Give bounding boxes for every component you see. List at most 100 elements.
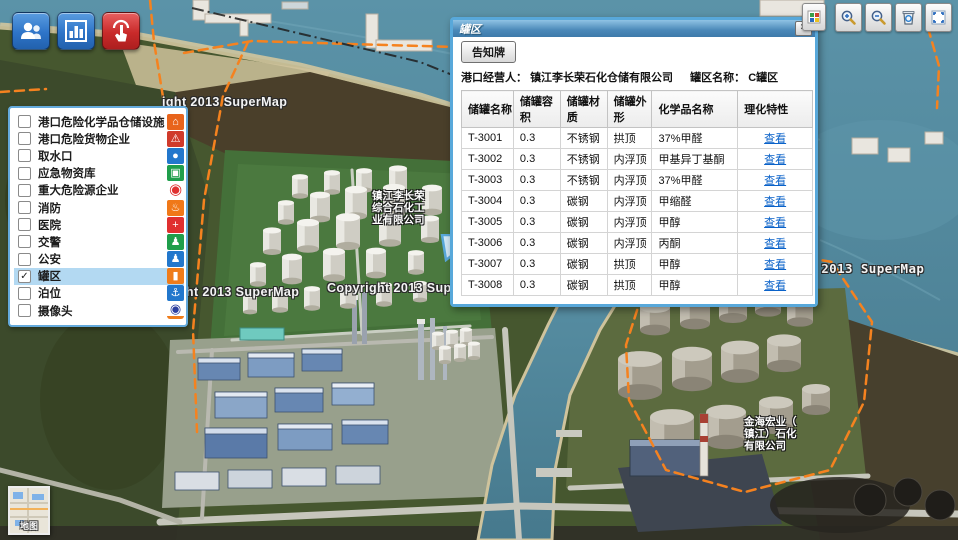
- view-link[interactable]: 查看: [764, 280, 786, 292]
- water-intake-icon: ●: [167, 148, 184, 164]
- table-row: T-3001 0.3 不锈钢 拱顶 37%甲醛 查看: [462, 128, 813, 149]
- layer-checkbox[interactable]: [18, 167, 31, 180]
- tank-name-cell: T-3004: [462, 191, 514, 212]
- layer-checkbox[interactable]: ✓: [18, 270, 31, 283]
- layer-item[interactable]: 港口危险货物企业 ⚠: [14, 130, 184, 147]
- view-link[interactable]: 查看: [764, 217, 786, 229]
- table-row: T-3004 0.3 碳钢 内浮顶 甲缩醛 查看: [462, 191, 813, 212]
- zoom-in-icon: [840, 9, 857, 26]
- tank-material-cell: 碳钢: [560, 254, 607, 275]
- layer-item-label: 公安: [38, 251, 61, 267]
- tank-table-header-cell: 储罐名称: [462, 91, 514, 128]
- tank-volume-cell: 0.3: [513, 149, 560, 170]
- layer-checkbox[interactable]: [18, 287, 31, 300]
- layer-item-label: 港口危险化学品仓储设施: [38, 114, 165, 130]
- tank-table: 储罐名称储罐容积储罐材质储罐外形化学品名称理化特性 T-3001 0.3 不锈钢…: [461, 90, 813, 296]
- tank-shape-cell: 内浮顶: [607, 212, 652, 233]
- layer-item-label: 交警: [38, 234, 61, 250]
- chemical-name-cell: 甲基异丁基酮: [652, 149, 738, 170]
- minimap-label: 地图: [10, 519, 48, 532]
- table-row: T-3006 0.3 碳钢 内浮顶 丙酮 查看: [462, 233, 813, 254]
- chemical-name-cell: 37%甲醛: [652, 170, 738, 191]
- layer-checkbox[interactable]: [18, 149, 31, 162]
- touch-mode-button[interactable]: [102, 12, 140, 50]
- tank-volume-cell: 0.3: [513, 128, 560, 149]
- chemical-name-cell: 丙酮: [652, 233, 738, 254]
- layer-item-label: 摄像头: [38, 303, 73, 319]
- layer-checkbox[interactable]: [18, 304, 31, 317]
- layer-item-label: 泊位: [38, 285, 61, 301]
- tank-shape-cell: 内浮顶: [607, 149, 652, 170]
- layer-checkbox[interactable]: [18, 235, 31, 248]
- emergency-supplies-icon: ▣: [167, 165, 184, 181]
- zoom-in-button[interactable]: [835, 3, 862, 32]
- layer-checkbox[interactable]: [18, 132, 31, 145]
- tank-volume-cell: 0.3: [513, 191, 560, 212]
- tank-shape-cell: 内浮顶: [607, 233, 652, 254]
- tank-table-header-row: 储罐名称储罐容积储罐材质储罐外形化学品名称理化特性: [462, 91, 813, 128]
- app-window: ight 2013 SuperMap ight 2013 SuperMap Co…: [0, 0, 958, 540]
- layer-item[interactable]: 公安 ♟: [14, 251, 184, 268]
- zoom-out-button[interactable]: [865, 3, 892, 32]
- tank-material-cell: 不锈钢: [560, 170, 607, 191]
- layer-checkbox[interactable]: [18, 115, 31, 128]
- tank-material-cell: 碳钢: [560, 212, 607, 233]
- full-extent-button[interactable]: [925, 3, 952, 32]
- layer-item-label: 应急物资库: [38, 165, 96, 181]
- minimap-switch-button[interactable]: 地图: [8, 486, 50, 535]
- tank-name-cell: T-3005: [462, 212, 514, 233]
- map-control-toolbar: [799, 3, 952, 32]
- layer-item[interactable]: 消防 ♨: [14, 199, 184, 216]
- layer-item[interactable]: 摄像头 ◉: [14, 302, 184, 319]
- tank-material-cell: 不锈钢: [560, 149, 607, 170]
- view-link[interactable]: 查看: [764, 154, 786, 166]
- tank-table-header-cell: 化学品名称: [652, 91, 738, 128]
- layer-checkbox[interactable]: [18, 184, 31, 197]
- operator-label: 港口经营人：: [461, 72, 527, 84]
- layer-checkbox[interactable]: [18, 218, 31, 231]
- main-toolbar: [12, 12, 140, 50]
- tank-shape-cell: 拱顶: [607, 128, 652, 149]
- legend-button[interactable]: [802, 3, 826, 31]
- clear-button[interactable]: [895, 3, 922, 32]
- layer-item[interactable]: 重大危险源企业 ◉: [14, 182, 184, 199]
- chem-warehouse-icon: ⌂: [167, 114, 184, 130]
- tank-material-cell: 碳钢: [560, 233, 607, 254]
- company-label: 金海宏业（镇江）石化有限公司: [744, 416, 797, 452]
- tank-material-cell: 碳钢: [560, 275, 607, 296]
- notice-board-button[interactable]: 告知牌: [461, 41, 516, 63]
- layer-checkbox[interactable]: [18, 201, 31, 214]
- layer-item[interactable]: 交警 ♟: [14, 233, 184, 250]
- police-icon: ♟: [167, 251, 184, 267]
- tank-shape-cell: 内浮顶: [607, 170, 652, 191]
- layer-item[interactable]: 港口危险化学品仓储设施 ⌂: [14, 113, 184, 130]
- layer-checkbox[interactable]: [18, 253, 31, 266]
- layer-panel: 港口危险化学品仓储设施 ⌂ 港口危险货物企业 ⚠ 取水口 ● 应急物资库 ▣: [8, 106, 188, 327]
- legend-icon: [807, 10, 821, 24]
- view-link[interactable]: 查看: [764, 175, 786, 187]
- layer-item[interactable]: ✓ 罐区 ▮: [14, 268, 184, 285]
- tank-table-header-cell: 理化特性: [738, 91, 813, 128]
- view-link[interactable]: 查看: [764, 238, 786, 250]
- layer-item[interactable]: 取水口 ●: [14, 147, 184, 164]
- view-link[interactable]: 查看: [764, 196, 786, 208]
- view-link[interactable]: 查看: [764, 133, 786, 145]
- users-icon: [18, 18, 44, 44]
- touch-icon: [108, 18, 134, 44]
- layer-item[interactable]: 应急物资库 ▣: [14, 165, 184, 182]
- view-link[interactable]: 查看: [764, 259, 786, 271]
- layer-item-label: 重大危险源企业: [38, 182, 119, 198]
- tank-table-header-cell: 储罐外形: [607, 91, 652, 128]
- dialog-titlebar[interactable]: 罐区 ×: [453, 20, 815, 37]
- tank-area-label: 罐区名称：: [690, 72, 745, 84]
- dialog-info-line: 港口经营人： 镇江李长荣石化仓储有限公司 罐区名称： C罐区: [461, 69, 807, 85]
- tank-table-header-cell: 储罐材质: [560, 91, 607, 128]
- layer-item[interactable]: 泊位 ⚓: [14, 285, 184, 302]
- statistics-button[interactable]: [57, 12, 95, 50]
- layer-item-label: 消防: [38, 200, 61, 216]
- chemical-name-cell: 甲醇: [652, 275, 738, 296]
- clear-trash-icon: [900, 9, 917, 26]
- layer-item[interactable]: 医院 +: [14, 216, 184, 233]
- tank-name-cell: T-3002: [462, 149, 514, 170]
- users-button[interactable]: [12, 12, 50, 50]
